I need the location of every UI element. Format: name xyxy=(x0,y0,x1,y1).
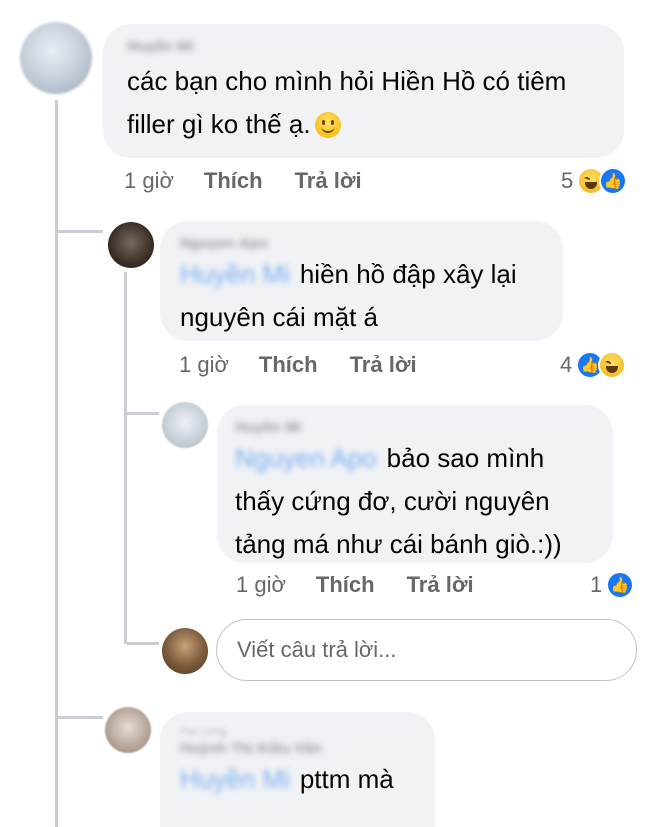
comment-bubble: Huyền Mi Nguyen Apo bảo sao mình thấy cứn… xyxy=(217,405,613,563)
comment-text-fragment: hiền hồ đập xây lại xyxy=(299,259,517,289)
thread-line-branch-3 xyxy=(127,412,159,415)
comment-text: Nguyen Apo bảo sao mình thấy cứng đơ, cườ… xyxy=(235,437,589,566)
reply-button[interactable]: Trả lời xyxy=(407,572,474,598)
reply-button[interactable]: Trả lời xyxy=(295,168,362,194)
reaction-count: 1 xyxy=(590,572,603,597)
comment-text-line: filler gì ko thế ạ. xyxy=(127,103,600,146)
comment-actions: 1 giờ Thích Trả lời xyxy=(179,349,417,381)
comment-bubble: Huyền Mi các bạn cho mình hỏi Hiền Hồ có… xyxy=(103,24,624,158)
fan-badge: Fan cứng xyxy=(180,726,228,738)
mention-tag[interactable]: Huyền Mi xyxy=(180,764,290,794)
comment-timestamp[interactable]: 1 giờ xyxy=(124,168,174,194)
reaction-summary[interactable]: 4 👍 xyxy=(560,349,627,381)
thread-line-branch-reply xyxy=(127,642,159,645)
comment-bubble: Nguyen Apo Huyền Mi hiền hồ đập xây lại n… xyxy=(160,221,563,341)
reply-input[interactable]: Viết câu trả lời... xyxy=(216,619,637,681)
comment-author[interactable]: Huyền Mi xyxy=(127,38,194,55)
comment-text: Huyền Mi pttm mà xyxy=(180,758,411,801)
comment-text-line: các bạn cho mình hỏi Hiền Hồ có tiêm xyxy=(127,66,567,96)
reaction-count: 4 xyxy=(560,352,573,377)
comment-timestamp[interactable]: 1 giờ xyxy=(179,352,229,378)
reaction-summary[interactable]: 1 👍 xyxy=(590,569,635,601)
like-button[interactable]: Thích xyxy=(259,352,318,378)
comment-text-fragment: filler gì ko thế ạ. xyxy=(127,109,311,139)
comment-text-line: Huyền Mi pttm mà xyxy=(180,758,411,801)
comment-author[interactable]: Huyền Mi xyxy=(235,419,302,436)
like-button[interactable]: Thích xyxy=(316,572,375,598)
thread-line-branch-2 xyxy=(58,230,103,233)
reply-button[interactable]: Trả lời xyxy=(350,352,417,378)
reaction-summary[interactable]: 5 👍 xyxy=(561,165,628,197)
comment-text-line: Huyền Mi hiền hồ đập xây lại xyxy=(180,253,539,296)
comment-actions: 1 giờ Thích Trả lời xyxy=(124,165,362,197)
mention-tag[interactable]: Huyền Mi xyxy=(180,259,290,289)
thread-line-branch-5 xyxy=(58,716,103,719)
comment-text-line: tảng má như cái bánh giò.:)) xyxy=(235,529,562,559)
comment-text: Huyền Mi hiền hồ đập xây lại nguyên cái m… xyxy=(180,253,539,339)
thread-line-sub xyxy=(124,272,127,644)
comment-text-line: thấy cứng đơ, cười nguyên xyxy=(235,486,550,516)
mention-tag[interactable]: Nguyen Apo xyxy=(235,443,377,473)
like-button[interactable]: Thích xyxy=(204,168,263,194)
slightly-smiling-face-icon xyxy=(314,112,341,138)
comment-bubble: Fan cứng Huỳnh Thị Kiều Vân Huyền Mi pttm… xyxy=(160,712,435,827)
like-reaction-icon: 👍 xyxy=(599,167,628,195)
comment-text: các bạn cho mình hỏi Hiền Hồ có tiêm fil… xyxy=(127,60,600,146)
avatar[interactable] xyxy=(108,222,154,268)
reply-input-placeholder: Viết câu trả lời... xyxy=(237,637,397,662)
comment-text-fragment: bảo sao mình xyxy=(386,443,545,473)
comment-author[interactable]: Huỳnh Thị Kiều Vân xyxy=(180,740,322,757)
comment-text-fragment: pttm mà xyxy=(299,764,394,794)
comment-actions: 1 giờ Thích Trả lời xyxy=(236,569,474,601)
reaction-count: 5 xyxy=(561,168,574,193)
comment-text-line: nguyên cái mặt á xyxy=(180,302,379,332)
avatar[interactable] xyxy=(105,707,151,753)
haha-reaction-icon xyxy=(598,351,627,379)
comment-author[interactable]: Nguyen Apo xyxy=(180,235,268,252)
current-user-avatar xyxy=(162,628,208,674)
avatar[interactable] xyxy=(162,402,208,448)
avatar[interactable] xyxy=(20,22,92,94)
comment-text-line: Nguyen Apo bảo sao mình xyxy=(235,437,589,480)
like-reaction-icon: 👍 xyxy=(606,571,635,599)
comment-timestamp[interactable]: 1 giờ xyxy=(236,572,286,598)
